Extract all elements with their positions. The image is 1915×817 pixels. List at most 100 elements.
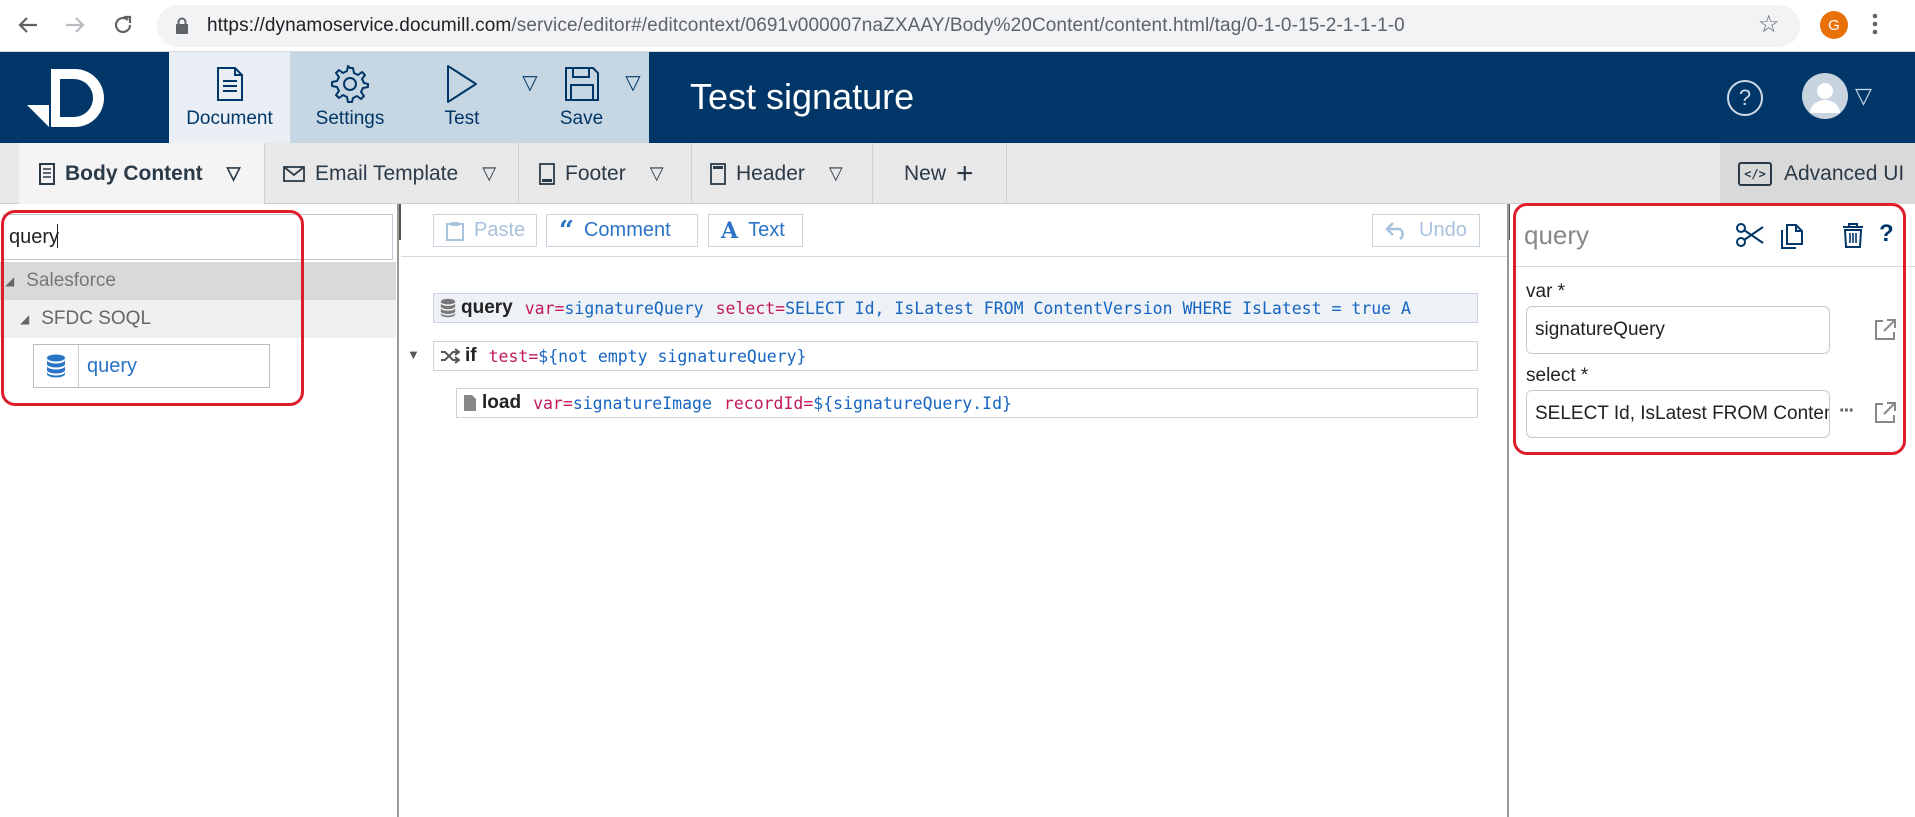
- back-icon[interactable]: [14, 11, 42, 39]
- external-link-icon[interactable]: [1872, 400, 1898, 426]
- save-dropdown-icon[interactable]: ▽: [617, 52, 649, 143]
- comment-label: Comment: [583, 219, 671, 241]
- database-icon: [440, 298, 456, 318]
- properties-title: query: [1524, 220, 1590, 250]
- triangle-down-icon[interactable]: ◢: [5, 274, 14, 288]
- undo-arrow-icon: [1385, 221, 1409, 240]
- test-dropdown-icon[interactable]: ▽: [514, 52, 546, 143]
- browser-toolbar: https://dynamoservice.documill.com/servi…: [0, 0, 1915, 52]
- reload-icon[interactable]: [109, 11, 137, 39]
- url-text: https://dynamoservice.documill.com/servi…: [207, 15, 1405, 36]
- user-avatar[interactable]: [1802, 73, 1848, 119]
- triangle-down-icon[interactable]: ▼: [407, 347, 420, 362]
- node-value-var: signatureImage: [572, 393, 712, 413]
- browser-menu-icon[interactable]: [1872, 12, 1878, 36]
- advanced-ui-button[interactable]: </> Advanced UI: [1720, 143, 1915, 204]
- chevron-down-icon[interactable]: ▽: [482, 163, 496, 184]
- footer-icon: [539, 162, 555, 185]
- node-attr-var: var=: [533, 393, 573, 413]
- code-node-query[interactable]: query var= signatureQuery select= SELECT…: [433, 293, 1478, 323]
- chevron-down-icon[interactable]: ▽: [650, 163, 664, 184]
- external-link-icon[interactable]: [1872, 317, 1898, 343]
- paste-button[interactable]: Paste: [433, 214, 537, 247]
- envelope-icon: [283, 165, 305, 182]
- tree-subgroup-label: SFDC SOQL: [41, 308, 152, 329]
- tab-label: New: [904, 161, 947, 185]
- plus-icon: +: [956, 156, 974, 190]
- undo-label: Undo: [1419, 219, 1467, 241]
- text-label: Text: [748, 219, 785, 241]
- settings-button[interactable]: Settings: [290, 52, 410, 143]
- tab-new[interactable]: New +: [873, 143, 1007, 204]
- undo-button[interactable]: Undo: [1372, 214, 1480, 247]
- select-field[interactable]: SELECT Id, IsLatest FROM ContentVersion: [1526, 390, 1830, 438]
- editor-panel: Paste “ Comment A Text Undo query var= s…: [401, 204, 1509, 817]
- settings-label: Settings: [315, 108, 385, 129]
- advanced-ui-label: Advanced UI: [1784, 161, 1905, 185]
- var-field-label: var *: [1526, 281, 1566, 302]
- tree-group-sfdc-soql[interactable]: ◢ SFDC SOQL: [0, 300, 396, 338]
- bookmark-star-icon[interactable]: ☆: [1758, 10, 1780, 39]
- chevron-down-icon[interactable]: ▽: [829, 163, 843, 184]
- trash-icon[interactable]: [1842, 222, 1864, 248]
- text-a-icon: A: [721, 217, 739, 244]
- code-node-if[interactable]: if test= ${not empty signatureQuery}: [433, 341, 1478, 371]
- toolbar-divider: [401, 256, 1507, 257]
- tree-group-label: Salesforce: [26, 270, 117, 291]
- tab-header[interactable]: Header ▽: [692, 143, 873, 204]
- shuffle-icon: [440, 348, 460, 364]
- var-field[interactable]: signatureQuery: [1526, 306, 1830, 354]
- database-icon: [34, 345, 79, 387]
- test-button[interactable]: Test: [410, 52, 514, 143]
- document-title: Test signature: [690, 76, 915, 117]
- documill-logo: [25, 67, 110, 129]
- properties-panel: query ? var * signatureQuery select * SE…: [1511, 204, 1915, 817]
- triangle-down-icon[interactable]: ◢: [20, 312, 29, 326]
- tab-label: Footer: [565, 161, 626, 185]
- gear-icon: [331, 62, 369, 106]
- node-attr-test: test=: [488, 346, 539, 366]
- chevron-down-icon[interactable]: ▽: [227, 163, 241, 184]
- search-input[interactable]: [3, 214, 393, 260]
- tab-footer[interactable]: Footer ▽: [519, 143, 692, 204]
- help-icon[interactable]: ?: [1727, 80, 1763, 116]
- document-icon: [216, 62, 244, 106]
- tab-label: Header: [736, 161, 805, 185]
- text-cursor: [57, 224, 58, 248]
- node-attr-select: select=: [715, 298, 786, 318]
- copy-icon[interactable]: [1778, 222, 1806, 250]
- node-value-recordid: ${signatureQuery.Id}: [813, 393, 1012, 413]
- component-query[interactable]: query: [33, 344, 270, 388]
- node-value-test: ${not empty signatureQuery}: [538, 346, 807, 366]
- cut-icon[interactable]: [1736, 222, 1764, 248]
- save-label: Save: [559, 108, 604, 129]
- code-icon: </>: [1738, 161, 1772, 186]
- node-keyword: query: [461, 297, 513, 318]
- node-value-select: SELECT Id, IsLatest FROM ContentVersion …: [785, 298, 1411, 318]
- properties-divider: [1511, 266, 1915, 267]
- tree-group-salesforce[interactable]: ◢ Salesforce: [0, 262, 396, 300]
- quote-icon: “: [559, 215, 574, 246]
- tab-email-template[interactable]: Email Template ▽: [265, 143, 519, 204]
- help-question-icon[interactable]: ?: [1879, 220, 1894, 248]
- user-menu-caret-icon[interactable]: ▽: [1855, 83, 1872, 109]
- node-value-var: signatureQuery: [564, 298, 704, 318]
- comment-button[interactable]: “ Comment: [546, 214, 698, 247]
- node-attr-recordid: recordId=: [723, 393, 814, 413]
- content-tabs-bar: Body Content ▽ Email Template ▽ Footer ▽…: [0, 143, 1915, 204]
- document-button[interactable]: Document: [169, 52, 290, 143]
- address-bar[interactable]: https://dynamoservice.documill.com/servi…: [157, 5, 1800, 47]
- select-field-label: select *: [1526, 365, 1589, 386]
- save-button[interactable]: Save: [546, 52, 617, 143]
- tab-body-content[interactable]: Body Content ▽: [19, 143, 265, 204]
- tab-label: Email Template: [315, 161, 459, 185]
- forward-icon[interactable]: [61, 11, 89, 39]
- file-icon: [463, 394, 477, 412]
- text-button[interactable]: A Text: [708, 214, 803, 247]
- tab-label: Body Content: [65, 161, 203, 185]
- browser-profile-avatar[interactable]: G: [1820, 11, 1848, 39]
- more-options-icon[interactable]: ···: [1839, 400, 1855, 423]
- code-node-load[interactable]: load var= signatureImage recordId= ${sig…: [456, 388, 1478, 418]
- paste-label: Paste: [474, 219, 526, 241]
- component-label: query: [87, 354, 138, 377]
